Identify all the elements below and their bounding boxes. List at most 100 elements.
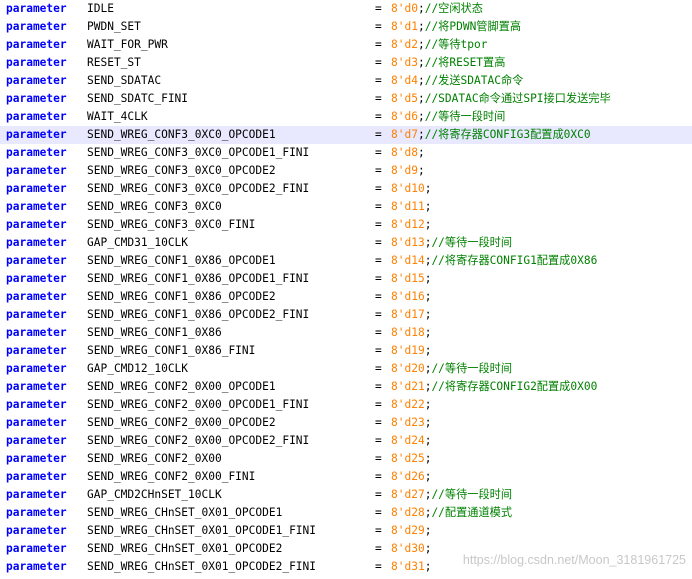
code-line[interactable]: parameter SEND_WREG_CONF2_0X00_OPCODE2_FI… bbox=[0, 432, 692, 450]
code-comment: //等待tpor bbox=[424, 38, 488, 51]
parameter-value-group: 8'd23; bbox=[391, 414, 431, 432]
parameter-value-group: 8'd8; bbox=[391, 144, 425, 162]
equals-sign: = bbox=[375, 380, 382, 393]
keyword-parameter: parameter bbox=[6, 380, 67, 393]
semicolon: ; bbox=[424, 344, 432, 357]
parameter-value-group: 8'd17; bbox=[391, 306, 431, 324]
keyword-parameter: parameter bbox=[6, 452, 67, 465]
parameter-name: RESET_ST bbox=[87, 56, 141, 69]
code-comment: //将寄存器CONFIG1配置成0X86 bbox=[431, 254, 598, 267]
parameter-name: SEND_WREG_CONF2_0X00 bbox=[87, 452, 222, 465]
parameter-name: SEND_WREG_CHnSET_0X01_OPCODE2 bbox=[87, 542, 283, 555]
code-line[interactable]: parameter SEND_WREG_CHnSET_0X01_OPCODE1 = 8… bbox=[0, 504, 692, 522]
parameter-name: SEND_WREG_CONF2_0X00_FINI bbox=[87, 470, 256, 483]
keyword-parameter: parameter bbox=[6, 38, 67, 51]
parameter-value: 8'd4 bbox=[391, 74, 418, 87]
code-line[interactable]: parameter SEND_WREG_CONF3_0XC0 = 8'd11; bbox=[0, 198, 692, 216]
semicolon: ; bbox=[424, 434, 432, 447]
equals-sign: = bbox=[375, 20, 382, 33]
code-line[interactable]: parameter WAIT_4CLK = 8'd6;//等待一段时间 bbox=[0, 108, 692, 126]
code-comment: //SDATAC命令通过SPI接口发送完毕 bbox=[424, 92, 611, 105]
equals-sign: = bbox=[375, 452, 382, 465]
code-line[interactable]: parameter SEND_SDATAC = 8'd4;//发送SDATAC命令 bbox=[0, 72, 692, 90]
equals-sign: = bbox=[375, 290, 382, 303]
parameter-name: SEND_WREG_CONF1_0X86_OPCODE2_FINI bbox=[87, 308, 310, 321]
parameter-name: SEND_WREG_CONF3_0XC0_OPCODE1_FINI bbox=[87, 146, 310, 159]
code-line[interactable]: parameter SEND_WREG_CONF1_0X86_OPCODE1 = 8'… bbox=[0, 252, 692, 270]
parameter-name: SEND_WREG_CONF2_0X00_OPCODE1_FINI bbox=[87, 398, 310, 411]
code-line[interactable]: parameter SEND_WREG_CONF2_0X00_OPCODE2 = 8'… bbox=[0, 414, 692, 432]
parameter-value-group: 8'd24; bbox=[391, 432, 431, 450]
parameter-value: 8'd13 bbox=[391, 236, 425, 249]
semicolon: ; bbox=[417, 92, 425, 105]
code-editor[interactable]: parameter IDLE = 8'd0;//空闲状态 parameter PWDN_S… bbox=[0, 0, 692, 579]
keyword-parameter: parameter bbox=[6, 434, 67, 447]
code-line[interactable]: parameter SEND_SDATC_FINI = 8'd5;//SDATAC命令… bbox=[0, 90, 692, 108]
code-line[interactable]: parameter SEND_WREG_CONF1_0X86_OPCODE2 = 8'… bbox=[0, 288, 692, 306]
semicolon: ; bbox=[424, 560, 432, 573]
code-line[interactable]: parameter SEND_WREG_CONF3_0XC0_OPCODE2 = 8'… bbox=[0, 162, 692, 180]
code-line[interactable]: parameter SEND_WREG_CONF3_0XC0_FINI = 8'd12… bbox=[0, 216, 692, 234]
code-line[interactable]: parameter SEND_WREG_CONF2_0X00_FINI = 8'd26… bbox=[0, 468, 692, 486]
equals-sign: = bbox=[375, 254, 382, 267]
equals-sign: = bbox=[375, 416, 382, 429]
code-line[interactable]: parameter GAP_CMD31_10CLK = 8'd13;//等待一段时间 bbox=[0, 234, 692, 252]
parameter-value: 8'd24 bbox=[391, 434, 425, 447]
parameter-value-group: 8'd29; bbox=[391, 522, 431, 540]
code-line[interactable]: parameter SEND_WREG_CONF1_0X86_OPCODE1_FI… bbox=[0, 270, 692, 288]
equals-sign: = bbox=[375, 488, 382, 501]
code-line[interactable]: parameter WAIT_FOR_PWR = 8'd2;//等待tpor bbox=[0, 36, 692, 54]
code-comment: //等待一段时间 bbox=[431, 236, 513, 249]
parameter-value: 8'd3 bbox=[391, 56, 418, 69]
keyword-parameter: parameter bbox=[6, 290, 67, 303]
semicolon: ; bbox=[424, 200, 432, 213]
code-comment: //将寄存器CONFIG3配置成0XC0 bbox=[424, 128, 591, 141]
keyword-parameter: parameter bbox=[6, 560, 67, 573]
parameter-value-group: 8'd21;//将寄存器CONFIG2配置成0X00 bbox=[391, 378, 597, 396]
code-line[interactable]: parameter IDLE = 8'd0;//空闲状态 bbox=[0, 0, 692, 18]
code-comment: //将寄存器CONFIG2配置成0X00 bbox=[431, 380, 598, 393]
code-line[interactable]: parameter SEND_WREG_CONF2_0X00_OPCODE1_FI… bbox=[0, 396, 692, 414]
code-line[interactable]: parameter GAP_CMD12_10CLK = 8'd20;//等待一段时间 bbox=[0, 360, 692, 378]
semicolon: ; bbox=[417, 38, 425, 51]
keyword-parameter: parameter bbox=[6, 542, 67, 555]
code-line[interactable]: parameter RESET_ST = 8'd3;//将RESET置高 bbox=[0, 54, 692, 72]
parameter-value: 8'd11 bbox=[391, 200, 425, 213]
code-line[interactable]: parameter SEND_WREG_CONF1_0X86 = 8'd18; bbox=[0, 324, 692, 342]
code-line[interactable]: parameter SEND_WREG_CONF1_0X86_OPCODE2_FI… bbox=[0, 306, 692, 324]
code-comment: //配置通道模式 bbox=[431, 506, 513, 519]
code-line[interactable]: parameter SEND_WREG_CONF3_0XC0_OPCODE1 = 8'… bbox=[0, 126, 692, 144]
parameter-value-group: 8'd6;//等待一段时间 bbox=[391, 108, 505, 126]
semicolon: ; bbox=[417, 110, 425, 123]
code-line[interactable]: parameter SEND_WREG_CHnSET_0X01_OPCODE1_F… bbox=[0, 522, 692, 540]
parameter-name: SEND_WREG_CHnSET_0X01_OPCODE1 bbox=[87, 506, 283, 519]
equals-sign: = bbox=[375, 200, 382, 213]
equals-sign: = bbox=[375, 326, 382, 339]
parameter-name: SEND_WREG_CONF3_0XC0_FINI bbox=[87, 218, 256, 231]
semicolon: ; bbox=[424, 542, 432, 555]
parameter-value-group: 8'd2;//等待tpor bbox=[391, 36, 488, 54]
equals-sign: = bbox=[375, 74, 382, 87]
semicolon: ; bbox=[417, 146, 425, 159]
equals-sign: = bbox=[375, 110, 382, 123]
parameter-name: SEND_WREG_CONF3_0XC0 bbox=[87, 200, 222, 213]
code-line[interactable]: parameter PWDN_SET = 8'd1;//将PDWN管脚置高 bbox=[0, 18, 692, 36]
parameter-name: SEND_SDATAC bbox=[87, 74, 162, 87]
code-line[interactable]: parameter SEND_WREG_CONF2_0X00_OPCODE1 = 8'… bbox=[0, 378, 692, 396]
code-line[interactable]: parameter SEND_WREG_CONF2_0X00 = 8'd25; bbox=[0, 450, 692, 468]
parameter-value: 8'd31 bbox=[391, 560, 425, 573]
semicolon: ; bbox=[424, 326, 432, 339]
code-line[interactable]: parameter GAP_CMD2CHnSET_10CLK = 8'd27;//等待… bbox=[0, 486, 692, 504]
parameter-value-group: 8'd30; bbox=[391, 540, 431, 558]
parameter-value-group: 8'd9; bbox=[391, 162, 425, 180]
code-line[interactable]: parameter SEND_WREG_CONF3_0XC0_OPCODE2_FI… bbox=[0, 180, 692, 198]
parameter-value-group: 8'd0;//空闲状态 bbox=[391, 0, 483, 18]
semicolon: ; bbox=[417, 2, 425, 15]
code-line[interactable]: parameter SEND_WREG_CONF1_0X86_FINI = 8'd19… bbox=[0, 342, 692, 360]
parameter-value-group: 8'd5;//SDATAC命令通过SPI接口发送完毕 bbox=[391, 90, 611, 108]
parameter-value-group: 8'd3;//将RESET置高 bbox=[391, 54, 505, 72]
code-line[interactable]: parameter SEND_WREG_CONF3_0XC0_OPCODE1_FI… bbox=[0, 144, 692, 162]
keyword-parameter: parameter bbox=[6, 218, 67, 231]
parameter-name: SEND_SDATC_FINI bbox=[87, 92, 189, 105]
parameter-value: 8'd10 bbox=[391, 182, 425, 195]
